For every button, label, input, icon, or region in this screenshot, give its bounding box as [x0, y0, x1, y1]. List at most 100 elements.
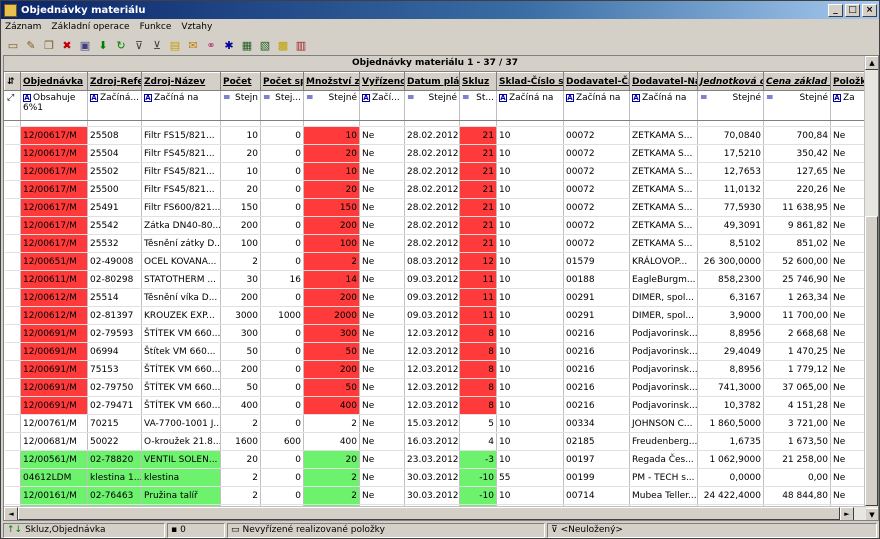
table-cell[interactable]: 400	[303, 432, 360, 451]
table-cell[interactable]: 10,3782	[697, 396, 764, 415]
column-header[interactable]: Objednávka	[20, 72, 88, 91]
table-row[interactable]: 12/00161/M 02-76463 Pružina talíř 2 0 2 Ne 30.0…	[4, 486, 867, 505]
table-cell[interactable]: 00216	[563, 342, 630, 361]
table-cell[interactable]: 00291	[563, 306, 630, 325]
table-cell[interactable]: Štítek VM 660...	[141, 342, 221, 361]
menu-item-2[interactable]: Funkce	[140, 22, 172, 32]
table-cell[interactable]: 20	[220, 180, 261, 199]
table-row[interactable]: 12/00617/M 25502 Filtr FS45/821... 10 0 10 Ne 2…	[4, 162, 867, 181]
table-cell[interactable]: 2	[220, 486, 261, 505]
table-cell[interactable]: 52 600,00	[763, 252, 831, 271]
table-cell[interactable]: 0	[260, 198, 304, 217]
column-header[interactable]: Množství zb	[303, 72, 360, 91]
table-cell[interactable]: 75153	[87, 360, 142, 379]
table-cell[interactable]: 02-81397	[87, 306, 142, 325]
row-indicator[interactable]	[4, 450, 21, 469]
table-cell[interactable]: Podjavorinsk...	[629, 360, 698, 379]
filter-cell[interactable]: A Za	[830, 90, 867, 121]
table-cell[interactable]: Ne	[359, 234, 405, 253]
table-cell[interactable]: 09.03.2012	[404, 306, 460, 325]
table-row[interactable]: 12/00612/M 02-81397 KROUZEK EXP... 3000 1000…	[4, 306, 867, 325]
table-cell[interactable]: 851,02	[763, 234, 831, 253]
table-cell[interactable]: 350,42	[763, 144, 831, 163]
table-cell[interactable]: 1 860,5000	[697, 414, 764, 433]
table-cell[interactable]: 300	[303, 324, 360, 343]
minimize-button[interactable]: _	[828, 3, 843, 17]
table-cell[interactable]: Ne	[359, 270, 405, 289]
table-cell[interactable]: 30	[220, 270, 261, 289]
table-cell[interactable]: Těsnění zátky D...	[141, 234, 221, 253]
table-cell[interactable]: JOHNSON C...	[629, 414, 698, 433]
table-cell[interactable]: 10	[496, 432, 564, 451]
table-row[interactable]: 12/00611/M 02-80298 STATOTHERM ... 30 16 14 Ne…	[4, 270, 867, 289]
table-cell[interactable]: 150	[220, 198, 261, 217]
table-cell[interactable]: 48 844,80	[763, 486, 831, 505]
table-cell[interactable]: 00216	[563, 360, 630, 379]
table-cell[interactable]: 25542	[87, 216, 142, 235]
table-cell[interactable]: 400	[220, 396, 261, 415]
row-indicator[interactable]	[4, 252, 21, 271]
table-cell[interactable]: 1000	[260, 306, 304, 325]
table-cell[interactable]: 16.03.2012	[404, 432, 460, 451]
table-cell[interactable]: 10	[496, 360, 564, 379]
table-cell[interactable]: 21	[459, 162, 497, 181]
horizontal-scroll-thumb[interactable]	[18, 507, 840, 520]
table-cell[interactable]: 25504	[87, 144, 142, 163]
table-cell[interactable]: -3	[459, 450, 497, 469]
table-cell[interactable]: 10	[496, 198, 564, 217]
table-cell[interactable]: 00216	[563, 396, 630, 415]
filter-cell[interactable]: A Začíná na	[563, 90, 630, 121]
table-cell[interactable]: VENTIL SOLEN...	[141, 450, 221, 469]
table-cell[interactable]: ZETKAMA S...	[629, 162, 698, 181]
table-cell[interactable]: 11	[459, 288, 497, 307]
table-cell[interactable]: 00291	[563, 288, 630, 307]
table-cell[interactable]: 09.03.2012	[404, 288, 460, 307]
table-cell[interactable]: ZETKAMA S...	[629, 198, 698, 217]
table-row[interactable]: 12/00561/M 02-78820 VENTIL SOLEN... 20 0 20 Ne…	[4, 450, 867, 469]
table-cell[interactable]: 28.02.2012	[404, 126, 460, 145]
table-cell[interactable]: 23.03.2012	[404, 450, 460, 469]
table-cell[interactable]: 02-49008	[87, 252, 142, 271]
table-cell[interactable]: 0	[260, 396, 304, 415]
table-cell[interactable]: 1 470,25	[763, 342, 831, 361]
table-cell[interactable]: 25508	[87, 126, 142, 145]
table-cell[interactable]: Ne	[359, 414, 405, 433]
table-cell[interactable]: 100	[220, 234, 261, 253]
table-cell[interactable]: 00072	[563, 162, 630, 181]
table-cell[interactable]: klestina 1...	[87, 468, 142, 487]
table-cell[interactable]: 12/00617/M	[20, 144, 88, 163]
filter-cell[interactable]: = Stej...	[260, 90, 304, 121]
table-cell[interactable]: Ne	[830, 288, 867, 307]
table-cell[interactable]: 10	[496, 252, 564, 271]
table-cell[interactable]: 21	[459, 144, 497, 163]
table-cell[interactable]: 2	[303, 252, 360, 271]
table-cell[interactable]: 50	[220, 378, 261, 397]
table-row[interactable]: 12/00691/M 02-79750 ŠTÍTEK VM 660... 50 0 50 N…	[4, 378, 867, 397]
column-header[interactable]: Zdroj-Název	[141, 72, 221, 91]
table-cell[interactable]: 02-78820	[87, 450, 142, 469]
row-indicator[interactable]	[4, 468, 21, 487]
table-cell[interactable]: DIMER, spol...	[629, 306, 698, 325]
menu-item-3[interactable]: Vztahy	[181, 22, 212, 32]
scroll-down-icon[interactable]: ▼	[865, 508, 878, 520]
table-cell[interactable]: 12	[459, 252, 497, 271]
table-cell[interactable]: 2	[303, 486, 360, 505]
table-cell[interactable]: 28.02.2012	[404, 144, 460, 163]
table-cell[interactable]: Ne	[830, 432, 867, 451]
table-cell[interactable]: 200	[220, 216, 261, 235]
table-cell[interactable]: Ne	[359, 378, 405, 397]
table-cell[interactable]: ŠTÍTEK VM 660...	[141, 324, 221, 343]
table-cell[interactable]: 150	[303, 198, 360, 217]
table-cell[interactable]: 20	[220, 450, 261, 469]
table-cell[interactable]: Ne	[830, 378, 867, 397]
table-cell[interactable]: 28.02.2012	[404, 216, 460, 235]
table-cell[interactable]: 02-76463	[87, 486, 142, 505]
table-cell[interactable]: 10	[496, 234, 564, 253]
table-cell[interactable]: 10	[496, 414, 564, 433]
table-cell[interactable]: 0,00	[763, 468, 831, 487]
table-cell[interactable]: ŠTÍTEK VM 660...	[141, 378, 221, 397]
table-cell[interactable]: Ne	[359, 432, 405, 451]
filter-cell[interactable]: = Stejné	[697, 90, 764, 121]
table-row[interactable]: 12/00651/M 02-49008 OCEL KOVANA... 2 0 2 Ne 08.…	[4, 252, 867, 271]
table-cell[interactable]: 0	[260, 378, 304, 397]
